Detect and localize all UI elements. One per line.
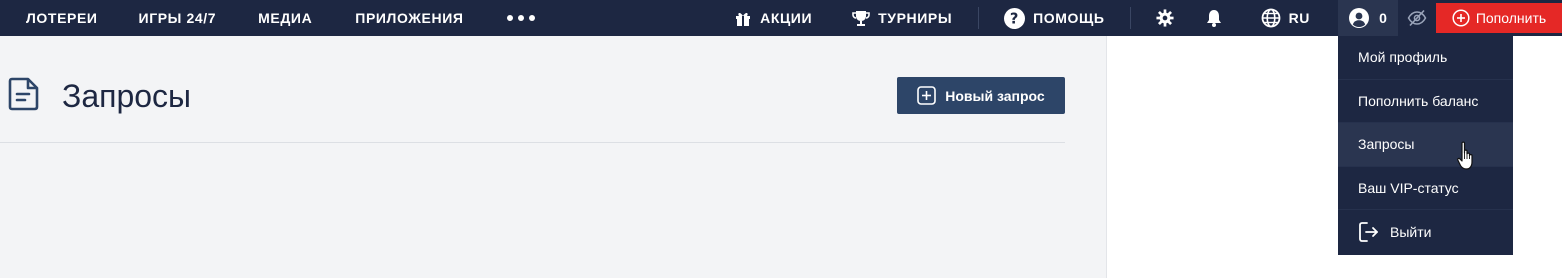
- page-title: Запросы: [62, 78, 192, 114]
- page-header: Запросы Новый запрос: [0, 36, 1065, 143]
- nav-media[interactable]: МЕДИА: [258, 0, 312, 36]
- help-question-icon: ?: [1004, 7, 1026, 29]
- profile-dropdown-menu: Мой профиль Пополнить баланс Запросы Ваш…: [1338, 36, 1513, 255]
- nav-games[interactable]: ИГРЫ 24/7: [139, 0, 217, 36]
- tournaments-label: ТУРНИРЫ: [878, 10, 953, 26]
- logout-icon: [1359, 222, 1378, 243]
- deposit-label: Пополнить: [1475, 10, 1547, 26]
- plus-circle-icon: [1452, 9, 1470, 27]
- language-selector[interactable]: RU: [1261, 0, 1310, 36]
- nav-divider: [1129, 7, 1131, 29]
- main-content: Запросы Новый запрос: [0, 36, 1107, 278]
- promos-label: АКЦИИ: [760, 10, 813, 26]
- hide-balance-button[interactable]: [1398, 0, 1436, 36]
- new-request-label: Новый запрос: [945, 87, 1045, 104]
- menu-item-top-up-balance[interactable]: Пополнить баланс: [1338, 80, 1513, 124]
- nav-apps[interactable]: ПРИЛОЖЕНИЯ: [355, 0, 463, 36]
- profile-button[interactable]: 0: [1338, 0, 1398, 36]
- main-nav: ЛОТЕРЕИ ИГРЫ 24/7 МЕДИА ПРИЛОЖЕНИЯ: [0, 0, 535, 36]
- menu-item-vip-status[interactable]: Ваш VIP-статус: [1338, 167, 1513, 211]
- new-request-button[interactable]: Новый запрос: [897, 77, 1065, 114]
- menu-item-my-profile[interactable]: Мой профиль: [1338, 36, 1513, 80]
- menu-item-requests[interactable]: Запросы: [1338, 123, 1513, 167]
- trophy-icon: [852, 11, 870, 26]
- gift-icon: [736, 12, 751, 26]
- nav-help[interactable]: ? ПОМОЩЬ: [1004, 0, 1104, 36]
- user-circle-icon: [1349, 8, 1370, 28]
- nav-promos[interactable]: АКЦИИ: [734, 0, 812, 36]
- nav-divider: [978, 7, 980, 29]
- plus-square-icon: [917, 86, 937, 105]
- more-dots-icon[interactable]: [506, 15, 535, 21]
- document-icon: [8, 77, 39, 111]
- top-navbar: ЛОТЕРЕИ ИГРЫ 24/7 МЕДИА ПРИЛОЖЕНИЯ АКЦИИ: [0, 0, 1562, 36]
- globe-icon: [1261, 8, 1280, 28]
- nav-right-group: АКЦИИ ТУРНИРЫ ? ПОМОЩЬ RU 0 Пополнить: [734, 0, 1562, 36]
- eye-off-icon: [1407, 9, 1427, 27]
- svg-text:?: ?: [1010, 10, 1019, 27]
- nav-tournaments[interactable]: ТУРНИРЫ: [852, 0, 952, 36]
- logout-label: Выйти: [1390, 224, 1432, 241]
- hand-pointer-cursor-icon: [1457, 141, 1473, 170]
- help-label: ПОМОЩЬ: [1033, 10, 1105, 26]
- gear-icon: [1156, 9, 1174, 27]
- deposit-button[interactable]: Пополнить: [1436, 3, 1562, 33]
- menu-item-logout[interactable]: Выйти: [1338, 210, 1513, 254]
- bell-icon: [1206, 10, 1221, 27]
- settings-button[interactable]: [1156, 0, 1174, 36]
- nav-lotteries[interactable]: ЛОТЕРЕИ: [26, 0, 98, 36]
- notifications-button[interactable]: [1206, 0, 1222, 36]
- profile-count: 0: [1379, 10, 1387, 26]
- language-label: RU: [1288, 10, 1310, 26]
